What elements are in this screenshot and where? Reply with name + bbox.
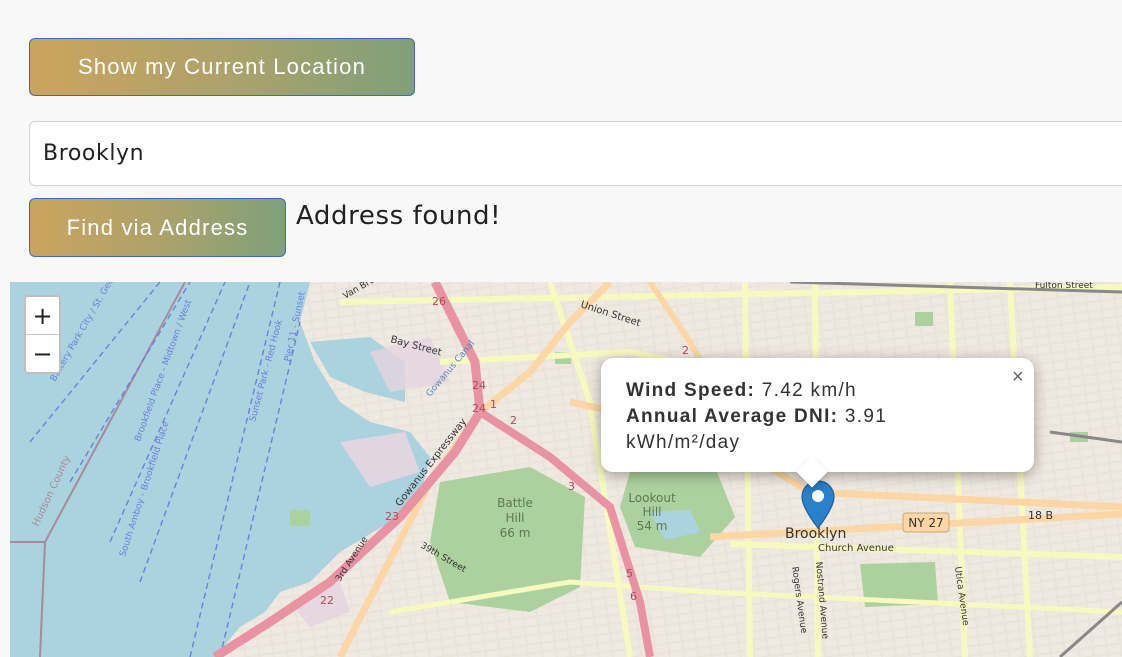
dni-line: Annual Average DNI: 3.91 — [626, 404, 1008, 430]
address-input[interactable] — [29, 121, 1122, 186]
map[interactable]: Battle Hill 66 m Lookout Hill 54 m Brook… — [10, 282, 1122, 657]
exit-6-label: 6 — [630, 590, 637, 603]
zoom-control: + − — [24, 295, 61, 374]
exit-24-label: 24 — [472, 379, 486, 392]
zoom-out-button[interactable]: − — [26, 335, 59, 372]
map-marker-icon[interactable] — [800, 480, 836, 530]
route-18b-label: 18 B — [1028, 509, 1053, 522]
wind-speed-label: Wind Speed: — [626, 380, 756, 401]
lookout-hill-label-2: Hill — [642, 505, 661, 519]
show-current-location-button[interactable]: Show my Current Location — [29, 38, 415, 96]
lookout-hill-label-1: Lookout — [628, 491, 676, 505]
status-message: Address found! — [296, 201, 502, 231]
dni-unit: kWh/m²/day — [626, 432, 741, 453]
exit-2-label: 2 — [510, 414, 517, 427]
info-popup: × Wind Speed: 7.42 km/h Annual Average D… — [601, 358, 1034, 488]
exit-1-label: 1 — [490, 398, 497, 411]
popup-close-icon[interactable]: × — [1012, 364, 1025, 390]
zoom-in-button[interactable]: + — [26, 297, 59, 335]
lookout-hill-label-3: 54 m — [637, 519, 668, 533]
fulton-street-label: Fulton Street — [1035, 282, 1093, 291]
wind-speed-line: Wind Speed: 7.42 km/h — [626, 378, 1008, 404]
battle-hill-label-3: 66 m — [500, 526, 531, 540]
exit-26-label: 26 — [432, 295, 446, 308]
exit-5-label: 5 — [626, 567, 633, 580]
exit-23-label: 23 — [385, 510, 399, 523]
exit-22-label: 22 — [320, 594, 334, 607]
battle-hill-label-2: Hill — [505, 511, 524, 525]
church-avenue-label: Church Avenue — [818, 543, 894, 554]
battle-hill-label-1: Battle — [497, 496, 533, 510]
find-via-address-button[interactable]: Find via Address — [29, 198, 286, 257]
dni-value: 3.91 — [844, 406, 888, 427]
ny27-shield: NY 27 — [908, 516, 943, 530]
route-2-label: 2 — [682, 344, 689, 357]
exit-24b-label: 24 — [472, 402, 486, 415]
wind-speed-value: 7.42 km/h — [761, 380, 857, 401]
dni-label: Annual Average DNI: — [626, 406, 839, 427]
exit-3-label: 3 — [568, 480, 575, 493]
